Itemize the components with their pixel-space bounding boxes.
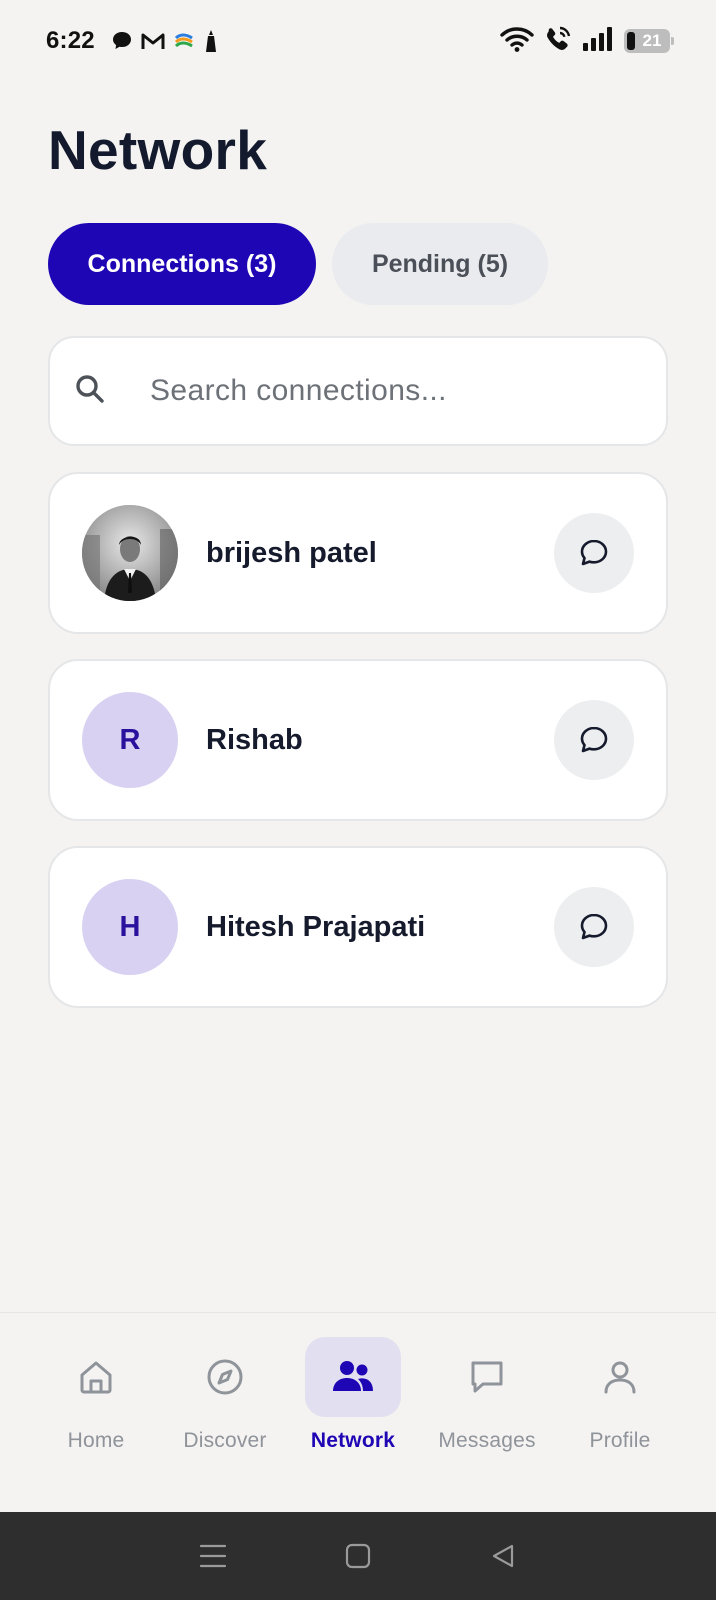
avatar-initial: H bbox=[119, 910, 141, 943]
nav-icon-wrap bbox=[48, 1337, 144, 1417]
nav-label: Messages bbox=[438, 1429, 536, 1452]
app-icon bbox=[173, 30, 195, 52]
people-icon bbox=[333, 1361, 373, 1391]
wifi-call-icon bbox=[544, 25, 572, 58]
nav-network[interactable]: Network bbox=[293, 1337, 413, 1453]
nav-label: Profile bbox=[589, 1429, 651, 1452]
nav-label: Network bbox=[310, 1429, 396, 1452]
wifi-icon bbox=[500, 26, 534, 57]
chat-bubble-icon bbox=[580, 539, 608, 566]
signal-icon bbox=[582, 26, 614, 56]
nav-icon-wrap bbox=[305, 1337, 401, 1417]
avatar: H bbox=[82, 879, 178, 975]
compass-icon bbox=[207, 1359, 243, 1395]
nav-icon-wrap bbox=[572, 1337, 668, 1417]
page-title: Network bbox=[48, 119, 268, 181]
nav-discover[interactable]: Discover bbox=[165, 1337, 285, 1453]
nav-home[interactable]: Home bbox=[36, 1337, 156, 1453]
gmail-icon bbox=[141, 31, 165, 51]
message-button[interactable] bbox=[554, 700, 634, 780]
user-icon bbox=[604, 1361, 636, 1394]
avatar-initial: R bbox=[119, 723, 141, 756]
search-input[interactable] bbox=[150, 374, 610, 408]
nav-profile[interactable]: Profile bbox=[560, 1337, 680, 1453]
chat-bubble-icon bbox=[580, 726, 608, 753]
nav-label: Discover bbox=[183, 1429, 267, 1452]
message-button[interactable] bbox=[554, 887, 634, 967]
person-icon bbox=[203, 29, 219, 53]
status-bar: 6:22 21 bbox=[0, 0, 716, 82]
nav-messages[interactable]: Messages bbox=[427, 1337, 547, 1453]
connection-name: Hitesh Prajapati bbox=[206, 910, 426, 943]
nav-icon-wrap bbox=[439, 1337, 535, 1417]
battery-icon: 21 bbox=[624, 29, 674, 53]
tab-connections[interactable]: Connections (3) bbox=[48, 223, 316, 305]
menu-icon bbox=[199, 1544, 226, 1568]
connection-name: Rishab bbox=[206, 723, 303, 756]
bottom-nav: Home Discover Network Messages Profile bbox=[0, 1312, 716, 1512]
connection-card[interactable]: R Rishab bbox=[48, 659, 668, 821]
tab-bar: Connections (3) Pending (5) bbox=[48, 223, 548, 305]
menu-button[interactable] bbox=[183, 1526, 243, 1586]
back-button[interactable] bbox=[473, 1526, 533, 1586]
home-button[interactable] bbox=[328, 1526, 388, 1586]
home-icon bbox=[80, 1361, 112, 1394]
system-nav-bar bbox=[0, 1512, 716, 1600]
search-icon bbox=[74, 373, 106, 410]
chat-bubble-icon bbox=[111, 30, 133, 52]
home-square-icon bbox=[345, 1543, 371, 1569]
status-right: 21 bbox=[500, 25, 674, 58]
connection-name: brijesh patel bbox=[206, 536, 377, 569]
profile-photo-icon bbox=[82, 505, 178, 601]
notification-icons bbox=[111, 29, 219, 53]
chat-bubble-icon bbox=[580, 913, 608, 940]
search-box[interactable] bbox=[48, 336, 668, 446]
status-time: 6:22 bbox=[46, 27, 95, 54]
nav-icon-wrap bbox=[177, 1337, 273, 1417]
back-triangle-icon bbox=[493, 1544, 514, 1568]
connection-card[interactable]: H Hitesh Prajapati bbox=[48, 846, 668, 1008]
chat-icon bbox=[471, 1361, 503, 1393]
avatar bbox=[82, 505, 178, 601]
connection-card[interactable]: brijesh patel bbox=[48, 472, 668, 634]
message-button[interactable] bbox=[554, 513, 634, 593]
avatar: R bbox=[82, 692, 178, 788]
tab-pending[interactable]: Pending (5) bbox=[332, 223, 548, 305]
battery-level: 21 bbox=[642, 31, 662, 50]
nav-label: Home bbox=[67, 1429, 125, 1452]
